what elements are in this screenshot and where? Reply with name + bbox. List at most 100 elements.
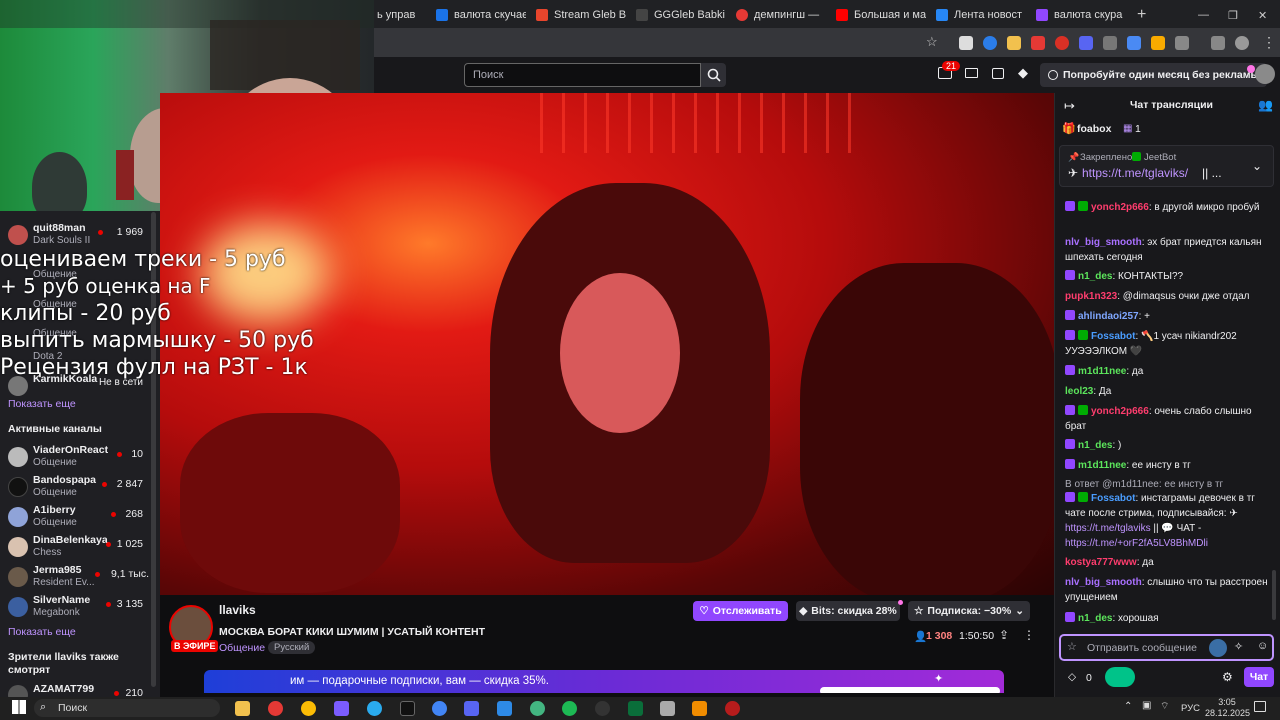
collapse-chat-icon[interactable]: ↦ <box>1064 98 1075 114</box>
channel-name[interactable]: llaviks <box>219 603 256 617</box>
pinned-link[interactable]: https://t.me/tglaviks/ <box>1082 166 1188 180</box>
browser-tab[interactable]: GGGleb Babki <box>636 4 726 26</box>
chat-input[interactable]: ☆ Отправить сообщение ✧ ☺ <box>1059 634 1274 661</box>
bits-button[interactable]: ◆ Bits: скидка 28% <box>796 601 900 621</box>
windows-start-icon[interactable] <box>12 700 26 714</box>
category-link[interactable]: Общение <box>219 642 265 654</box>
chat-username[interactable]: pupk1n323 <box>1065 291 1117 302</box>
user-avatar[interactable] <box>1255 64 1275 84</box>
app-icon[interactable] <box>725 701 740 716</box>
gear-icon[interactable]: ⚙ <box>1222 670 1233 684</box>
chat-username[interactable]: n1_des <box>1078 271 1112 282</box>
vlc-icon[interactable] <box>692 701 707 716</box>
chat-username[interactable]: nlv_big_smooth <box>1065 237 1142 248</box>
chrome-icon[interactable] <box>301 701 316 716</box>
puzzle-icon[interactable] <box>1175 36 1189 50</box>
chat-username[interactable]: Fossabot <box>1091 331 1135 342</box>
app-icon[interactable] <box>530 701 545 716</box>
app-icon[interactable] <box>334 701 349 716</box>
chevron-down-icon[interactable]: ⌄ <box>1252 159 1262 173</box>
clock[interactable]: 3:05 28.12.2025 <box>1205 697 1250 719</box>
telegram-icon[interactable] <box>367 701 382 716</box>
extension-icon[interactable] <box>1031 36 1045 50</box>
chat-username[interactable]: nlv_big_smooth <box>1065 577 1142 588</box>
show-more-link[interactable]: Показать еще <box>8 626 76 638</box>
more-icon[interactable]: ⋮ <box>1023 628 1035 642</box>
sidebar-channel[interactable]: Jerma985 Resident Ev... 9,1 тыс. <box>8 564 153 592</box>
browser-tab[interactable]: ь управ <box>377 4 427 26</box>
extension-icon[interactable] <box>983 36 997 50</box>
close-window-button[interactable]: ✕ <box>1258 4 1272 26</box>
inbox-icon[interactable] <box>965 68 978 78</box>
promo-banner[interactable]: им — подарочные подписки, вам — скидка 3… <box>204 670 1004 693</box>
browser-tab[interactable]: валюта скучае✕ <box>436 4 526 26</box>
sidebar-channel[interactable]: SilverName Megabonk 3 135 <box>8 594 153 622</box>
sidebar-channel[interactable]: DinaBelenkaya Chess 1 025 <box>8 534 153 562</box>
send-chat-button[interactable]: Чат <box>1244 667 1274 687</box>
subscribe-button[interactable]: ☆ Подписка: −30% ⌄ <box>908 601 1030 621</box>
vscode-icon[interactable] <box>497 701 512 716</box>
claim-points-button[interactable] <box>1105 667 1135 687</box>
browser-tab[interactable]: валюта скура✕ <box>1036 4 1126 26</box>
chat-username[interactable]: n1_des <box>1078 440 1112 451</box>
follow-button[interactable]: ♡ Отслеживать <box>693 601 788 621</box>
obs-icon[interactable] <box>595 701 610 716</box>
search-input[interactable]: Поиск <box>464 63 701 87</box>
notifications-icon[interactable] <box>1254 701 1266 712</box>
extension-icon[interactable] <box>1079 36 1093 50</box>
magic-icon[interactable]: ✧ <box>1234 640 1243 653</box>
chat-username[interactable]: yonch2p666 <box>1091 406 1149 417</box>
chat-username[interactable]: ahlindaoi257 <box>1078 311 1139 322</box>
discord-icon[interactable] <box>464 701 479 716</box>
extension-icon[interactable] <box>1127 36 1141 50</box>
new-tab-button[interactable]: + <box>1137 4 1151 26</box>
extension-icon[interactable] <box>1209 639 1227 657</box>
show-more-link[interactable]: Показать еще <box>8 398 76 410</box>
whispers-icon[interactable] <box>992 68 1004 79</box>
spotify-icon[interactable] <box>562 701 577 716</box>
extension-icon[interactable] <box>1007 36 1021 50</box>
profile-avatar[interactable] <box>1235 36 1249 50</box>
users-icon[interactable]: 👥 <box>1258 98 1273 112</box>
pinned-message[interactable]: 📌 Закреплено: JeetBot ✈ https://t.me/tgl… <box>1059 145 1274 187</box>
extension-icon[interactable] <box>1055 36 1069 50</box>
extension-icon[interactable] <box>1151 36 1165 50</box>
chat-username[interactable]: kostya777www <box>1065 557 1137 568</box>
tray-icon[interactable]: ▣ <box>1142 700 1151 711</box>
chat-username[interactable]: Fossabot <box>1091 493 1135 504</box>
browser-tab[interactable]: Stream Gleb Bi <box>536 4 626 26</box>
bits-icon[interactable]: ◆ <box>1018 65 1028 81</box>
extension-icon[interactable] <box>959 36 973 50</box>
browser-tab[interactable]: Лента новост✕ <box>936 4 1026 26</box>
channel-points-icon[interactable]: ◇ <box>1068 671 1076 683</box>
bookmark-star-icon[interactable]: ☆ <box>926 34 938 50</box>
chat-username[interactable]: m1d11nee <box>1078 366 1126 377</box>
chat-username[interactable]: leol23 <box>1065 386 1093 397</box>
top-gifter-name[interactable]: foabox <box>1077 123 1111 135</box>
language-indicator[interactable]: РУС <box>1181 703 1200 714</box>
chat-scrollbar[interactable] <box>1272 570 1276 620</box>
sidebar-channel[interactable]: Bandospapa Общение 2 847 <box>8 474 153 502</box>
share-icon[interactable]: ⇪ <box>999 628 1009 642</box>
app-icon[interactable] <box>400 701 415 716</box>
chat-link[interactable]: https://t.me/+orF2fA5LV8BhMDli <box>1065 538 1208 549</box>
language-tag[interactable]: Русский <box>268 641 316 654</box>
chat-link[interactable]: https://t.me/tglaviks <box>1065 523 1151 534</box>
chrome-icon[interactable] <box>432 701 447 716</box>
taskbar-search[interactable]: ⌕ Поиск <box>34 699 220 717</box>
browser-tab[interactable]: Большая и ма <box>836 4 926 26</box>
chat-username[interactable]: m1d11nee <box>1078 460 1126 471</box>
sidebar-channel[interactable]: A1iberry Общение 268 <box>8 504 153 532</box>
media-icon[interactable] <box>1211 36 1225 50</box>
restore-button[interactable]: ❐ <box>1228 4 1242 26</box>
star-icon[interactable]: ☆ <box>1067 640 1077 653</box>
tray-arrow-icon[interactable]: ⌃ <box>1124 701 1132 712</box>
menu-icon[interactable]: ⋮ <box>1262 34 1276 51</box>
banner-cta[interactable] <box>820 687 1000 693</box>
app-icon[interactable] <box>628 701 643 716</box>
sidebar-channel[interactable]: AZAMAT799 210 <box>8 683 153 697</box>
search-button[interactable] <box>701 63 726 87</box>
browser-tab[interactable]: демпингш — <box>736 4 826 26</box>
yandex-browser-icon[interactable] <box>268 701 283 716</box>
file-explorer-icon[interactable] <box>235 701 250 716</box>
